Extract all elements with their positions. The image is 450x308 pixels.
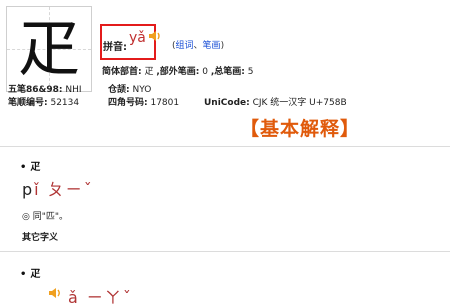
other-meanings-label: 其它字义 — [22, 233, 59, 243]
bishun-label: 笔顺编号: — [8, 98, 48, 108]
basic-explanation-title: 【基本解释】 — [240, 118, 361, 140]
entry-character: 疋 — [30, 269, 41, 280]
entry-divider — [0, 251, 450, 252]
radical-value: 疋 — [144, 67, 154, 77]
character-display: 疋 — [6, 6, 92, 92]
links-close: ) — [220, 41, 225, 51]
pinyin-value: yǎ — [129, 30, 146, 46]
related-links: (组词、笔画) — [172, 38, 224, 51]
wubi-label: 五笔86&98: — [8, 85, 63, 95]
entry-heading: • 疋 — [20, 158, 40, 173]
zuci-link[interactable]: 组词 — [176, 41, 194, 51]
main-character: 疋 — [17, 12, 80, 85]
speaker-icon[interactable] — [148, 30, 162, 42]
sijiao-row: 四角号码: 17801 — [108, 95, 179, 108]
sijiao-value: 17801 — [150, 98, 180, 108]
pinyin-label: 拼音: — [103, 42, 127, 53]
entry-pronunciation: pǐ ㄆㄧˇ — [22, 176, 94, 200]
section-divider — [0, 146, 450, 147]
bihua-link[interactable]: 笔画 — [203, 41, 221, 51]
unicode-value: CJK 统一汉字 U+758B — [252, 98, 347, 108]
unicode-label: UniCode: — [204, 98, 250, 108]
cangjie-label: 仓颉: — [108, 85, 130, 95]
links-separator: 、 — [193, 41, 203, 51]
entry-bullet: • — [20, 162, 27, 173]
unicode-row: UniCode: CJK 统一汉字 U+758B — [204, 95, 347, 108]
entry-definition: ◎ 同"匹"。 — [22, 212, 68, 222]
entry-pronunciation: ǎ ㄧㄚˇ — [68, 288, 133, 307]
cangjie-value: NYO — [132, 85, 152, 95]
bishun-value: 52134 — [50, 98, 80, 108]
entry-heading: • 疋 — [20, 265, 40, 280]
sijiao-label: 四角号码: — [108, 98, 148, 108]
zhuyin-text: ǐ ㄆㄧˇ — [34, 180, 94, 199]
total-stroke-value: 5 — [247, 67, 254, 77]
wubi-row: 五笔86&98: NHI — [8, 82, 82, 95]
cangjie-row: 仓颉: NYO — [108, 82, 151, 95]
extra-stroke-value: 0 — [202, 67, 209, 77]
pinyin-initial: p — [22, 180, 35, 199]
total-stroke-label: ,总笔画: — [210, 67, 245, 77]
radical-stroke-row: 简体部首: 疋 ,部外笔画: 0 ,总笔画: 5 — [102, 64, 254, 77]
radical-label: 简体部首: — [102, 67, 142, 77]
bishun-row: 笔顺编号: 52134 — [8, 95, 79, 108]
entry-character: 疋 — [30, 162, 41, 173]
speaker-icon[interactable] — [48, 286, 64, 300]
entry-bullet: • — [20, 269, 27, 280]
wubi-value: NHI — [65, 85, 82, 95]
extra-stroke-label: ,部外笔画: — [156, 67, 200, 77]
